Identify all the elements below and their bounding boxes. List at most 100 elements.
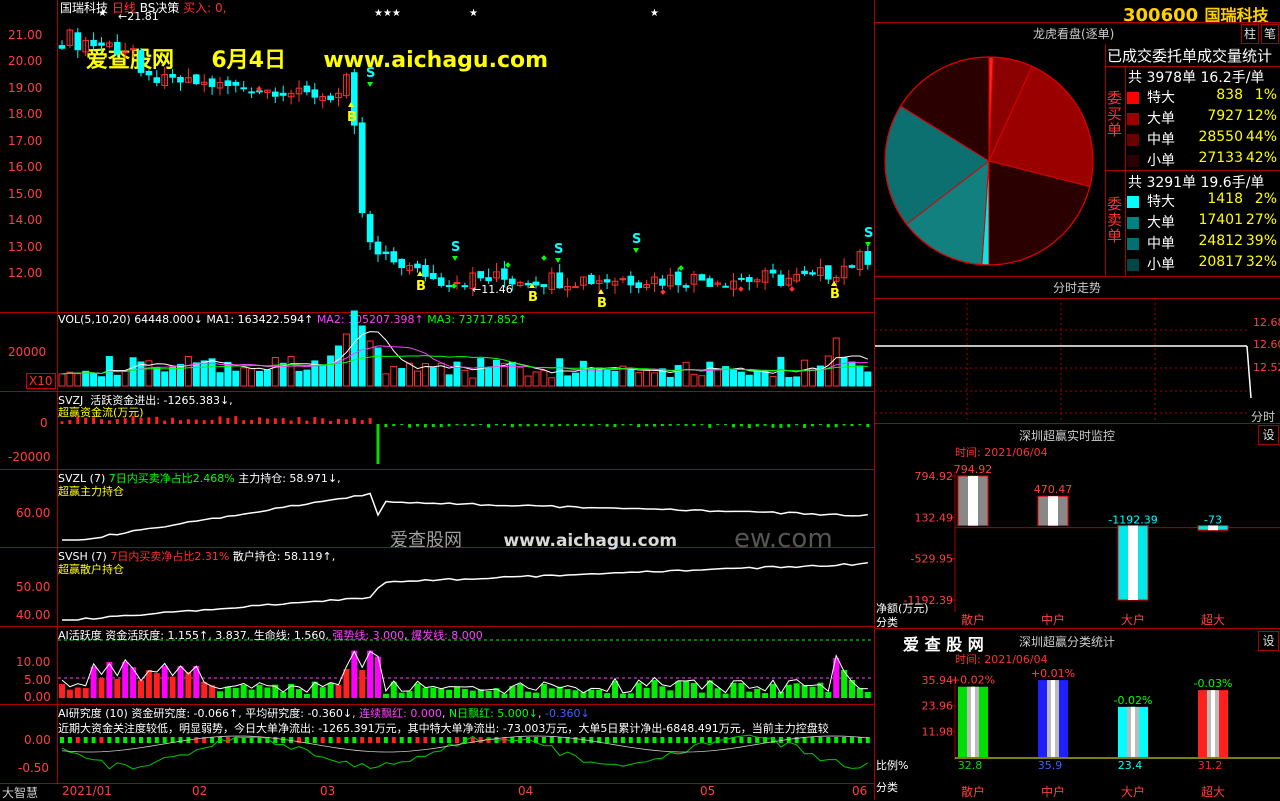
activity-bar: [619, 693, 626, 698]
volume-bar: [493, 359, 500, 387]
research-bar: [320, 737, 325, 743]
research-bar: [360, 737, 365, 743]
fund-flow-bar: [329, 420, 333, 424]
buy-row-label: 中单: [1147, 132, 1175, 148]
volume-bar: [611, 370, 619, 387]
svsh-tick: 50.00: [16, 580, 51, 594]
volume-bar: [350, 310, 358, 387]
cls-bar-core: [1051, 680, 1055, 757]
fund-flow-bar: [542, 424, 546, 426]
cls-category-label: 分类: [876, 781, 898, 794]
volume-bar: [153, 366, 161, 387]
fund-flow-bar: [834, 424, 838, 428]
fund-flow-bar: [684, 424, 688, 426]
sell-row-percent: 2%: [1254, 191, 1277, 207]
volume-bar: [390, 365, 398, 387]
fund-flow-bar: [502, 424, 506, 426]
research-bar: [383, 737, 388, 743]
fund-flow-bar: [747, 424, 751, 428]
buy-row-label: 大单: [1147, 111, 1175, 127]
activity-bar: [738, 683, 745, 698]
fund-flow-bar: [487, 424, 491, 428]
main-chart-area[interactable]: 国瑞科技 日线 BS决策 买入: 0, ★ ★★★ ★ ★ ←21.81 爱查股…: [0, 0, 874, 800]
activity-bar: [296, 689, 302, 698]
volume-bar: [564, 375, 572, 387]
activity-bar: [82, 688, 89, 698]
volume-bar: [761, 370, 769, 387]
fund-flow-bar: [605, 424, 609, 427]
cls-bar-core: [971, 686, 975, 757]
volume-bar: [271, 356, 279, 387]
volume-bar: [840, 357, 848, 387]
ai-lifeline: 生命线: 1.560: [253, 629, 326, 642]
volume-bar: [216, 372, 224, 387]
software-brand: 大智慧: [2, 786, 39, 800]
activity-bar: [177, 666, 184, 698]
research-bar: [336, 737, 341, 743]
svsh-subtitle: 超赢散户持仓: [58, 563, 124, 576]
activity-bar: [406, 690, 413, 698]
activity-bar: [691, 683, 697, 698]
activity-bar: [675, 681, 682, 698]
fund-flow-bar: [163, 420, 167, 424]
buy-row-value: 838: [1216, 87, 1243, 103]
volume-bar: [769, 376, 777, 387]
volume-bar: [714, 368, 722, 387]
right-sidebar: 300600 国瑞科技 龙虎看盘(逐单) 柱 笔 已成交委托单成交量统计 委买单…: [874, 0, 1280, 800]
fund-flow-bar: [337, 418, 340, 424]
research-bar: [407, 737, 412, 743]
activity-bar: [698, 692, 705, 698]
research-bar: [352, 737, 357, 743]
activity-bar: [414, 683, 421, 698]
sell-row-percent: 27%: [1245, 212, 1277, 228]
activity-bar: [762, 693, 769, 698]
volume-bar: [824, 355, 832, 387]
research-bar: [99, 737, 104, 743]
watermark-url-2: www.aichagu.com: [503, 531, 678, 551]
fund-flow-bar: [60, 421, 64, 424]
volume-bar: [287, 356, 295, 387]
fund-flow-bar: [423, 424, 427, 428]
volume-bar: [335, 345, 342, 387]
research-bar: [676, 737, 681, 743]
research-bar: [328, 737, 333, 743]
research-bar: [376, 737, 380, 743]
activity-bar: [161, 665, 168, 698]
activity-bar: [59, 684, 65, 698]
research-bar: [257, 737, 262, 743]
research-bar: [684, 737, 689, 743]
fund-flow-bar: [305, 420, 309, 424]
research-bar: [399, 737, 404, 743]
fund-flow-bar: [352, 417, 356, 424]
activity-bar: [627, 693, 634, 698]
cls-change-label: -0.02%: [1114, 694, 1153, 707]
fund-flow-bar: [629, 424, 633, 426]
fund-flow-bar: [676, 424, 680, 426]
sell-row-percent: 39%: [1245, 233, 1277, 249]
activity-bar: [651, 680, 658, 698]
research-bar: [739, 737, 744, 743]
svzl-ratio: 7日内买卖净占比2.468%: [108, 472, 235, 485]
research-bar: [692, 737, 696, 743]
fund-flow-bar: [724, 424, 728, 426]
volume-bar: [319, 364, 327, 387]
research-bar: [139, 737, 143, 743]
activity-bar: [785, 684, 792, 698]
fund-flow-bar: [313, 417, 317, 424]
buy-row-percent: 1%: [1254, 87, 1277, 103]
research-bar: [210, 737, 215, 743]
activity-bar: [327, 682, 334, 698]
fund-flow-bar: [779, 424, 783, 428]
activity-bar: [461, 688, 468, 698]
volume-bar: [406, 362, 414, 387]
research-bar: [573, 737, 578, 743]
fund-flow-bar: [526, 424, 530, 427]
volume-bar: [793, 376, 801, 387]
cls-tick-label: 11.98: [922, 725, 954, 738]
activity-bar: [240, 684, 247, 698]
fund-flow-bar: [795, 424, 799, 426]
volume-bar: [58, 373, 66, 387]
activity-bar: [264, 687, 271, 698]
ai-activity-tick: 0.00: [24, 690, 51, 704]
activity-bar: [793, 683, 800, 698]
